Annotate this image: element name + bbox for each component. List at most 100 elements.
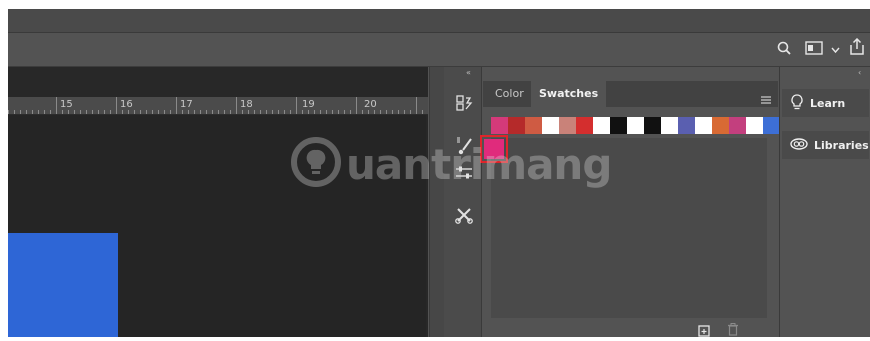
ruler-tick	[404, 110, 405, 114]
ruler-tick	[80, 110, 81, 114]
swatch[interactable]	[627, 117, 644, 134]
tab-color[interactable]: Color	[487, 81, 532, 107]
share-icon[interactable]	[849, 36, 865, 56]
ruler-tick	[314, 110, 315, 114]
ruler-tick	[122, 110, 123, 114]
ruler-tick	[128, 110, 129, 114]
ruler-tick	[92, 110, 93, 114]
swatch[interactable]	[695, 117, 712, 134]
swatch[interactable]	[559, 117, 576, 134]
ruler-tick	[146, 110, 147, 114]
ruler-tick	[416, 97, 417, 114]
ruler-tick	[386, 110, 387, 114]
ruler-tick	[20, 110, 21, 114]
ruler-tick	[332, 110, 333, 114]
options-bar	[8, 33, 870, 67]
ruler-tick	[272, 110, 273, 114]
watermark-text: uantrimang	[346, 139, 612, 189]
ruler-tick	[158, 110, 159, 114]
workspace-icon[interactable]	[805, 38, 823, 58]
swatch[interactable]	[491, 117, 508, 134]
new-swatch-icon[interactable]	[698, 322, 710, 341]
ruler-tick	[182, 110, 183, 114]
swatch[interactable]	[746, 117, 763, 134]
ruler-tick	[170, 110, 171, 114]
collapse-left-icon[interactable]: «	[466, 68, 471, 77]
swatch[interactable]	[542, 117, 559, 134]
ruler-tick	[308, 110, 309, 114]
ruler-tick	[398, 110, 399, 114]
swatch[interactable]	[729, 117, 746, 134]
swatch[interactable]	[576, 117, 593, 134]
ruler-tick	[242, 110, 243, 114]
ruler-tick	[290, 110, 291, 114]
ruler-tick	[284, 110, 285, 114]
watermark: uantrimang	[290, 136, 612, 192]
ruler-tick	[224, 110, 225, 114]
ruler-tick	[248, 110, 249, 114]
ruler-tick	[116, 97, 117, 114]
ruler-tick	[26, 110, 27, 114]
ruler-tick	[374, 110, 375, 114]
swatch[interactable]	[593, 117, 610, 134]
ruler-tick	[152, 110, 153, 114]
ruler-tick	[44, 110, 45, 114]
history-icon[interactable]	[450, 90, 477, 116]
ruler-tick	[362, 110, 363, 114]
ruler-tick	[338, 110, 339, 114]
search-icon[interactable]	[777, 38, 791, 58]
libraries-label: Libraries	[814, 138, 869, 152]
swatch[interactable]	[610, 117, 627, 134]
panel-collapse-strip	[429, 67, 444, 337]
tab-swatches[interactable]: Swatches	[531, 81, 607, 107]
ruler-tick	[134, 110, 135, 114]
ruler-tick	[62, 110, 63, 114]
ruler-tick	[422, 110, 423, 114]
lightbulb-icon	[790, 93, 804, 113]
ruler-tick	[8, 110, 9, 114]
ruler-tick	[368, 110, 369, 114]
learn-button[interactable]: Learn	[782, 89, 869, 117]
ruler-tick	[344, 110, 345, 114]
blue-rectangle-layer[interactable]	[8, 233, 118, 337]
swatch[interactable]	[763, 117, 780, 134]
ruler-tick	[200, 110, 201, 114]
chevron-down-icon[interactable]	[831, 40, 840, 60]
ruler-tick	[356, 97, 357, 114]
panel-menu-icon[interactable]	[761, 89, 771, 108]
ruler-tick	[56, 97, 57, 114]
ruler-tick	[350, 110, 351, 114]
swatch[interactable]	[644, 117, 661, 134]
ruler-tick	[176, 97, 177, 114]
ruler-tick	[194, 110, 195, 114]
ruler-tick	[266, 110, 267, 114]
ruler-tick	[140, 110, 141, 114]
tools-icon[interactable]	[450, 202, 477, 228]
ruler-tick	[32, 110, 33, 114]
ruler-tick	[68, 110, 69, 114]
ruler-tick	[236, 97, 237, 114]
ruler-tick	[296, 97, 297, 114]
ruler-ticks	[8, 97, 428, 114]
delete-icon[interactable]	[727, 321, 739, 340]
ruler-tick	[260, 110, 261, 114]
ruler-tick	[218, 110, 219, 114]
swatch[interactable]	[678, 117, 695, 134]
swatch[interactable]	[661, 117, 678, 134]
swatch[interactable]	[525, 117, 542, 134]
horizontal-ruler: 15 16 17 18 19 20	[8, 97, 428, 115]
ruler-tick	[164, 110, 165, 114]
ruler-tick	[206, 110, 207, 114]
learn-label: Learn	[810, 96, 846, 110]
panel-tabs: Color Swatches	[483, 81, 778, 107]
ruler-tick	[254, 110, 255, 114]
ruler-tick	[392, 110, 393, 114]
ruler-tick	[410, 110, 411, 114]
swatch[interactable]	[712, 117, 729, 134]
libraries-button[interactable]: Libraries	[782, 131, 869, 159]
collapse-far-right-icon[interactable]: ‹	[858, 68, 861, 77]
ruler-tick	[50, 110, 51, 114]
ruler-tick	[14, 110, 15, 114]
ruler-tick	[74, 110, 75, 114]
swatch[interactable]	[508, 117, 525, 134]
